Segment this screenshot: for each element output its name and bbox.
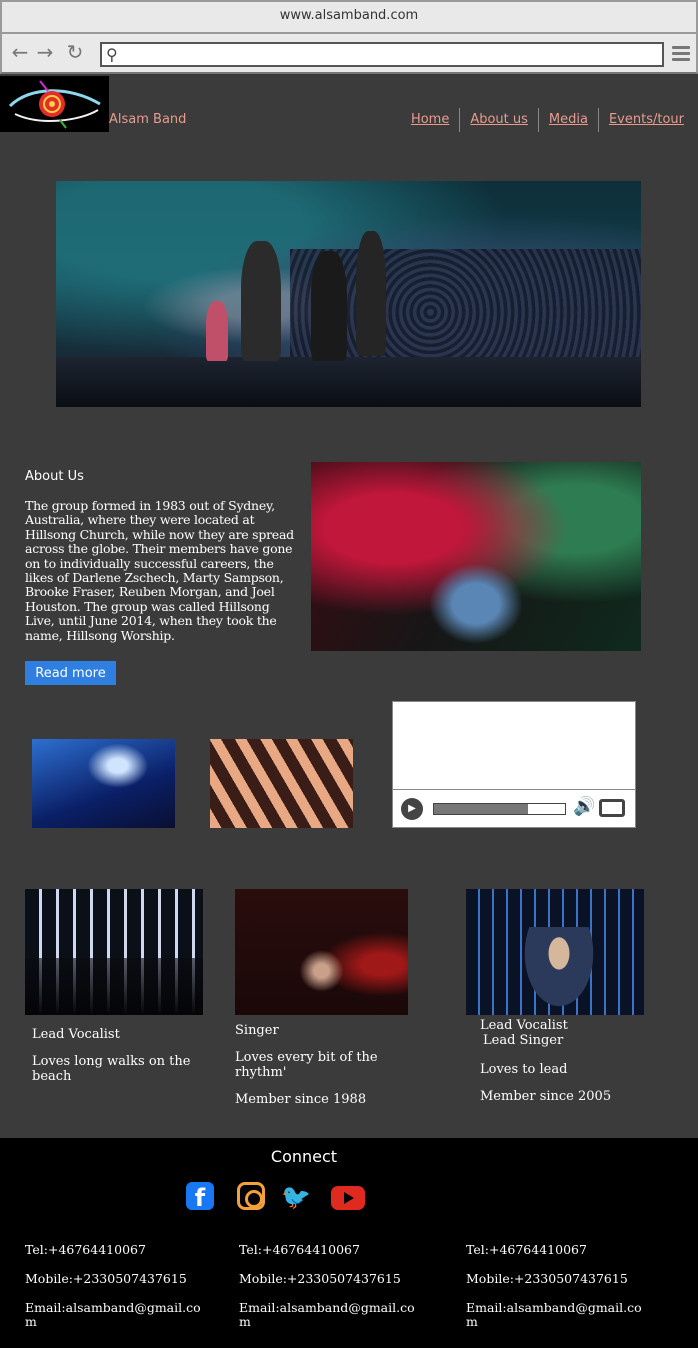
chrome-divider bbox=[2, 32, 696, 34]
instagram-icon[interactable] bbox=[237, 1182, 265, 1210]
member-role-secondary: Lead Singer bbox=[483, 1033, 564, 1048]
main-nav: Home About us Media Events/tour bbox=[401, 108, 694, 132]
video-progress-fill bbox=[434, 804, 529, 814]
member-bio: Loves to lead bbox=[480, 1062, 568, 1077]
volume-icon[interactable]: 🔊 bbox=[573, 796, 595, 817]
contact-mobile[interactable]: Mobile:+2330507437615 bbox=[25, 1272, 205, 1286]
hero-concert-image bbox=[56, 181, 641, 407]
video-controls: ▶ 🔊 bbox=[393, 789, 635, 827]
nav-events-tour[interactable]: Events/tour bbox=[597, 108, 694, 132]
address-bar[interactable]: ⚲ bbox=[100, 42, 664, 67]
member-bio: Loves every bit of the rhythm' bbox=[235, 1050, 378, 1080]
browser-chrome: www.alsamband.com ← → ↻ ⚲ bbox=[0, 0, 698, 74]
band-logo[interactable] bbox=[0, 76, 109, 132]
facebook-icon[interactable]: f bbox=[186, 1182, 214, 1212]
member-card-3: Lead Vocalist Lead Singer Loves to lead … bbox=[480, 1018, 650, 1106]
play-icon[interactable]: ▶ bbox=[401, 798, 423, 820]
video-progress-track[interactable] bbox=[433, 803, 566, 815]
member-since: Member since 2005 bbox=[480, 1089, 612, 1104]
fullscreen-icon[interactable] bbox=[599, 799, 625, 817]
about-performer-image bbox=[311, 462, 641, 651]
read-more-button[interactable]: Read more bbox=[25, 661, 116, 685]
back-arrow-icon[interactable]: ← bbox=[10, 42, 30, 62]
member-photo-3 bbox=[466, 889, 644, 1015]
brand-name[interactable]: Alsam Band bbox=[109, 112, 186, 127]
member-bio: Loves long walks on the beach bbox=[32, 1054, 191, 1084]
nav-home[interactable]: Home bbox=[401, 108, 459, 132]
member-role: Lead Vocalist bbox=[32, 1027, 120, 1042]
media-thumbnail-guitarist[interactable] bbox=[32, 739, 175, 828]
member-photo-1 bbox=[25, 889, 203, 1015]
member-card-1: Lead Vocalist Loves long walks on the be… bbox=[32, 1027, 202, 1104]
contact-email[interactable]: Email:alsamband@gmail.com bbox=[25, 1301, 205, 1329]
contact-tel[interactable]: Tel:+46764410067 bbox=[239, 1243, 419, 1257]
footer: Connect f 🐦 Tel:+46764410067 Mobile:+233… bbox=[0, 1138, 698, 1348]
media-thumbnail-worship[interactable] bbox=[210, 739, 353, 828]
nav-media[interactable]: Media bbox=[537, 108, 598, 132]
contact-mobile[interactable]: Mobile:+2330507437615 bbox=[239, 1272, 419, 1286]
about-title: About Us bbox=[25, 469, 84, 484]
contact-block-2: Tel:+46764410067 Mobile:+2330507437615 E… bbox=[239, 1243, 419, 1344]
connect-heading: Connect bbox=[270, 1147, 338, 1166]
forward-arrow-icon[interactable]: → bbox=[35, 42, 55, 62]
search-icon: ⚲ bbox=[106, 45, 118, 64]
contact-block-1: Tel:+46764410067 Mobile:+2330507437615 E… bbox=[25, 1243, 205, 1344]
contact-tel[interactable]: Tel:+46764410067 bbox=[466, 1243, 646, 1257]
member-since: Member since 1988 bbox=[235, 1092, 367, 1104]
video-player[interactable]: ▶ 🔊 bbox=[392, 701, 636, 828]
reload-icon[interactable]: ↻ bbox=[65, 42, 85, 62]
nav-about-us[interactable]: About us bbox=[459, 108, 538, 132]
youtube-icon[interactable] bbox=[331, 1186, 365, 1210]
contact-tel[interactable]: Tel:+46764410067 bbox=[25, 1243, 205, 1257]
member-role: Lead Vocalist bbox=[480, 1018, 568, 1033]
member-role: Singer bbox=[235, 1023, 279, 1038]
contact-email[interactable]: Email:alsamband@gmail.com bbox=[239, 1301, 419, 1329]
contact-mobile[interactable]: Mobile:+2330507437615 bbox=[466, 1272, 646, 1286]
contact-email[interactable]: Email:alsamband@gmail.com bbox=[466, 1301, 646, 1329]
browser-url-title: www.alsamband.com bbox=[279, 8, 419, 23]
member-photo-2 bbox=[235, 889, 408, 1015]
twitter-icon[interactable]: 🐦 bbox=[281, 1184, 311, 1214]
menu-icon[interactable] bbox=[672, 46, 690, 64]
member-card-2: Singer Loves every bit of the rhythm' Me… bbox=[235, 1023, 405, 1104]
about-body: The group formed in 1983 out of Sydney, … bbox=[25, 498, 294, 643]
contact-block-3: Tel:+46764410067 Mobile:+2330507437615 E… bbox=[466, 1243, 646, 1344]
